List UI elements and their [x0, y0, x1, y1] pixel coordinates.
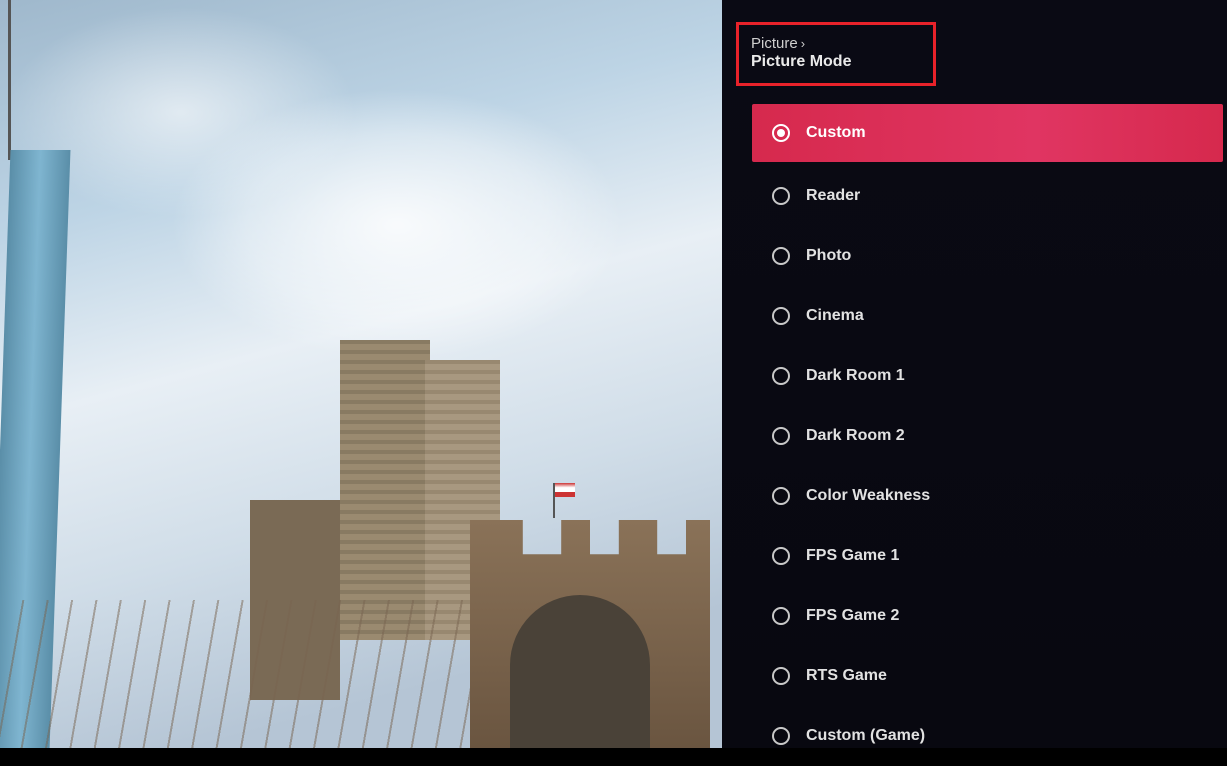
radio-icon [772, 187, 790, 205]
radio-selected-icon [772, 124, 790, 142]
option-fps-game-2[interactable]: FPS Game 2 [722, 586, 1227, 646]
option-label: RTS Game [806, 667, 887, 685]
building-mid-1 [340, 340, 430, 640]
radio-icon [772, 247, 790, 265]
radio-icon [772, 307, 790, 325]
option-label: Color Weakness [806, 487, 930, 505]
radio-icon [772, 727, 790, 745]
chevron-right-icon: › [801, 36, 805, 51]
radio-icon [772, 367, 790, 385]
option-fps-game-1[interactable]: FPS Game 1 [722, 526, 1227, 586]
radio-icon [772, 607, 790, 625]
breadcrumb-parent: Picture [751, 35, 798, 52]
bridge-cables [0, 600, 500, 748]
option-dark-room-1[interactable]: Dark Room 1 [722, 346, 1227, 406]
option-reader[interactable]: Reader [722, 166, 1227, 226]
option-color-weakness[interactable]: Color Weakness [722, 466, 1227, 526]
radio-icon [772, 667, 790, 685]
radio-icon [772, 487, 790, 505]
radio-icon [772, 547, 790, 565]
breadcrumb-highlight-box: Picture › Picture Mode [736, 22, 936, 86]
option-label: Photo [806, 247, 851, 265]
option-custom-game[interactable]: Custom (Game) [722, 706, 1227, 766]
option-label: Dark Room 1 [806, 367, 905, 385]
flag-icon [555, 483, 575, 497]
option-rts-game[interactable]: RTS Game [722, 646, 1227, 706]
option-label: Custom [806, 124, 866, 142]
option-label: FPS Game 2 [806, 607, 899, 625]
option-custom[interactable]: Custom [752, 104, 1223, 162]
option-label: Dark Room 2 [806, 427, 905, 445]
option-label: Cinema [806, 307, 864, 325]
option-label: Reader [806, 187, 860, 205]
option-label: FPS Game 1 [806, 547, 899, 565]
page-title: Picture Mode [751, 53, 921, 71]
desktop-background [0, 0, 722, 748]
option-dark-room-2[interactable]: Dark Room 2 [722, 406, 1227, 466]
breadcrumb: Picture › [751, 35, 921, 52]
radio-icon [772, 427, 790, 445]
bridge-arch [510, 595, 650, 748]
option-cinema[interactable]: Cinema [722, 286, 1227, 346]
osd-menu-panel: Picture › Picture Mode Custom Reader Pho… [722, 0, 1227, 748]
option-photo[interactable]: Photo [722, 226, 1227, 286]
option-label: Custom (Game) [806, 727, 925, 745]
picture-mode-options-list: Custom Reader Photo Cinema Dark Room 1 D… [722, 96, 1227, 766]
tower-spire [8, 0, 11, 160]
